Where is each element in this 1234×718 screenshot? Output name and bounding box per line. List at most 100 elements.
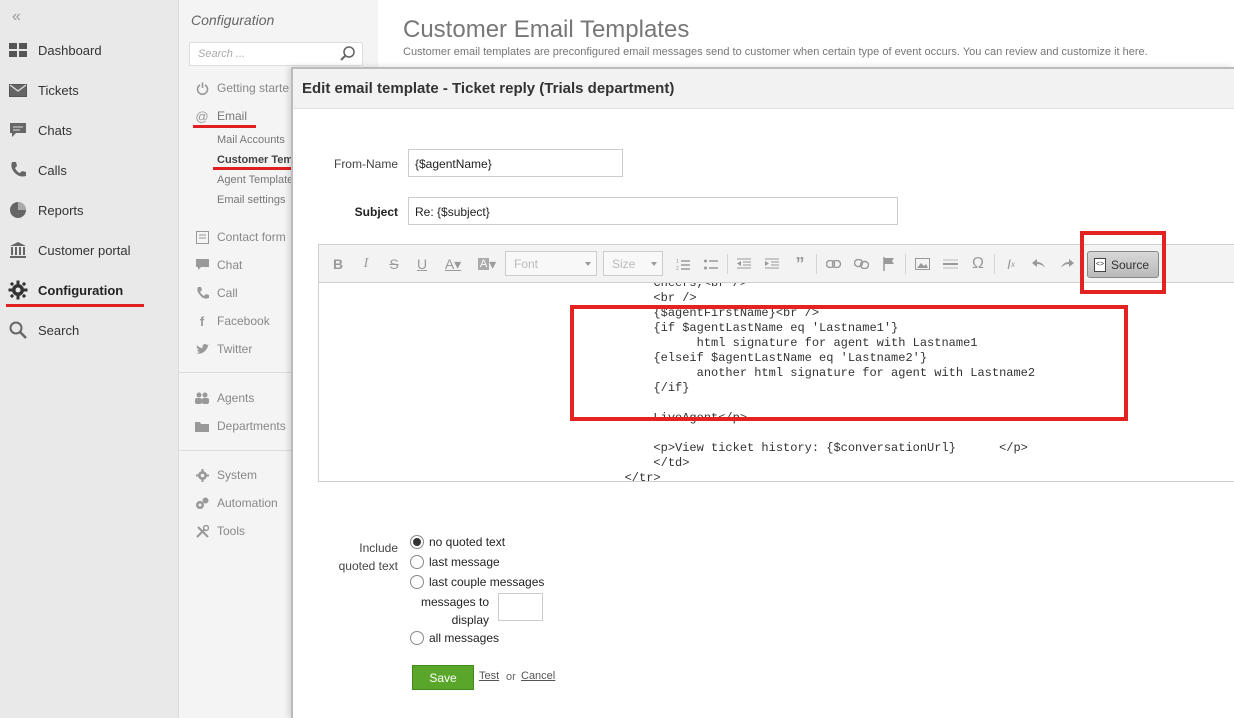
background-color-icon[interactable]: A ▾ bbox=[474, 254, 500, 274]
nav-item-chats[interactable]: Chats bbox=[0, 116, 178, 144]
code-line: </td> bbox=[567, 456, 690, 470]
subnav-customer-templates[interactable]: Customer Temp bbox=[217, 154, 300, 166]
numbered-list-icon[interactable]: 12 bbox=[673, 254, 693, 274]
radio-button[interactable] bbox=[410, 631, 424, 645]
indent-icon[interactable] bbox=[762, 254, 782, 274]
nav-item-calls[interactable]: Calls bbox=[0, 156, 178, 184]
radio-button[interactable] bbox=[410, 575, 424, 589]
radio-button[interactable] bbox=[410, 555, 424, 569]
subnav-system[interactable]: System bbox=[195, 468, 257, 482]
unlink-icon[interactable] bbox=[851, 254, 871, 274]
subject-label: Subject bbox=[354, 205, 398, 219]
subnav-search-input[interactable]: Search ... bbox=[189, 42, 363, 66]
power-icon bbox=[195, 81, 209, 95]
radio-all-messages[interactable]: all messages bbox=[410, 631, 499, 645]
subnav-email[interactable]: @ Email bbox=[195, 109, 247, 124]
nav-item-search[interactable]: Search bbox=[0, 316, 178, 344]
blockquote-icon[interactable]: ” bbox=[790, 254, 810, 274]
nav-label: Customer portal bbox=[38, 242, 131, 258]
radio-no-quoted-text[interactable]: no quoted text bbox=[410, 535, 505, 549]
nav-item-dashboard[interactable]: Dashboard bbox=[0, 36, 178, 64]
subnav-call[interactable]: Call bbox=[195, 286, 238, 300]
subnav-mail-accounts[interactable]: Mail Accounts bbox=[217, 134, 285, 146]
radio-button[interactable] bbox=[410, 535, 424, 549]
envelope-icon bbox=[8, 80, 28, 100]
toolbar-separator bbox=[905, 254, 906, 274]
nav-item-tickets[interactable]: Tickets bbox=[0, 76, 178, 104]
include-quoted-label: Include quoted text bbox=[338, 541, 398, 573]
subject-field[interactable]: Re: {$subject} bbox=[408, 197, 898, 225]
collapse-sidebar-icon[interactable]: « bbox=[12, 8, 21, 26]
italic-icon[interactable]: I bbox=[356, 254, 376, 274]
main-sidebar: « Dashboard Tickets Chats Calls Reports bbox=[0, 0, 178, 718]
annotation-box-code bbox=[570, 305, 1128, 421]
underline-icon[interactable]: U bbox=[412, 254, 432, 274]
phone-icon bbox=[195, 286, 209, 300]
form-icon bbox=[195, 230, 209, 244]
subnav-agents[interactable]: Agents bbox=[195, 391, 254, 405]
subnav-chat[interactable]: Chat bbox=[195, 258, 242, 272]
cancel-link[interactable]: Cancel bbox=[521, 670, 555, 682]
radio-last-message[interactable]: last message bbox=[410, 555, 500, 569]
dialog-title: Edit email template - Ticket reply (Tria… bbox=[293, 69, 1234, 109]
page-title: Customer Email Templates bbox=[403, 16, 690, 43]
size-select[interactable]: Size bbox=[603, 251, 663, 276]
special-char-icon[interactable]: Ω bbox=[968, 254, 988, 274]
font-select[interactable]: Font bbox=[505, 251, 597, 276]
twitter-icon bbox=[195, 342, 209, 356]
code-line: </tr> bbox=[567, 471, 661, 482]
pie-chart-icon bbox=[8, 200, 28, 220]
search-icon[interactable] bbox=[340, 46, 356, 65]
nav-label: Tickets bbox=[38, 82, 79, 98]
save-button[interactable]: Save bbox=[412, 665, 474, 690]
nav-item-configuration[interactable]: Configuration bbox=[0, 276, 178, 304]
subnav-facebook[interactable]: f Facebook bbox=[195, 314, 270, 329]
page-description: Customer email templates are preconfigur… bbox=[403, 46, 1148, 58]
radio-last-couple-messages[interactable]: last couple messages bbox=[410, 575, 544, 589]
subnav-contact-form[interactable]: Contact form bbox=[195, 230, 286, 244]
from-name-field[interactable]: {$agentName} bbox=[408, 149, 623, 177]
bullet-list-icon[interactable] bbox=[701, 254, 721, 274]
anchor-flag-icon[interactable] bbox=[879, 254, 899, 274]
chat-icon bbox=[8, 120, 28, 140]
svg-text:2: 2 bbox=[676, 266, 679, 271]
horizontal-rule-icon[interactable] bbox=[940, 254, 960, 274]
subnav-email-settings[interactable]: Email settings bbox=[217, 194, 285, 206]
outdent-icon[interactable] bbox=[734, 254, 754, 274]
subnav-automation[interactable]: Automation bbox=[195, 496, 278, 510]
nav-item-customer-portal[interactable]: Customer portal bbox=[0, 236, 178, 264]
svg-text:1: 1 bbox=[676, 259, 679, 265]
messages-to-display-input[interactable] bbox=[498, 593, 543, 621]
subnav-agent-templates[interactable]: Agent Template bbox=[217, 174, 293, 186]
link-icon[interactable] bbox=[823, 254, 843, 274]
nav-label: Chats bbox=[38, 122, 72, 138]
test-link[interactable]: Test bbox=[479, 670, 499, 682]
subnav-twitter[interactable]: Twitter bbox=[195, 342, 252, 356]
bold-icon[interactable]: B bbox=[328, 254, 348, 274]
subnav-getting-started[interactable]: Getting starte bbox=[195, 81, 289, 95]
nav-item-reports[interactable]: Reports bbox=[0, 196, 178, 224]
image-icon[interactable] bbox=[912, 254, 932, 274]
or-text: or bbox=[506, 671, 516, 683]
phone-icon bbox=[8, 160, 28, 180]
subnav-tools[interactable]: Tools bbox=[195, 524, 245, 538]
code-line: <p>View ticket history: {$conversationUr… bbox=[567, 441, 1028, 455]
remove-format-icon[interactable]: Ix bbox=[1001, 254, 1021, 274]
edit-template-dialog: Edit email template - Ticket reply (Tria… bbox=[291, 67, 1234, 718]
annotation-box-source bbox=[1080, 231, 1166, 294]
messages-to-display-label: messages to display bbox=[420, 595, 489, 627]
annotation-underline bbox=[213, 167, 293, 170]
nav-label: Dashboard bbox=[38, 42, 102, 58]
nav-label: Configuration bbox=[38, 282, 124, 298]
strikethrough-icon[interactable]: S bbox=[384, 254, 404, 274]
text-color-icon[interactable]: A▾ bbox=[440, 254, 466, 274]
tools-icon bbox=[195, 524, 209, 538]
gear-icon bbox=[195, 468, 209, 482]
undo-icon[interactable] bbox=[1029, 254, 1049, 274]
toolbar-separator bbox=[816, 254, 817, 274]
toolbar-separator bbox=[994, 254, 995, 274]
subnav-departments[interactable]: Departments bbox=[195, 419, 286, 433]
redo-icon[interactable] bbox=[1057, 254, 1077, 274]
bank-icon bbox=[8, 240, 28, 260]
annotation-underline bbox=[193, 125, 256, 128]
